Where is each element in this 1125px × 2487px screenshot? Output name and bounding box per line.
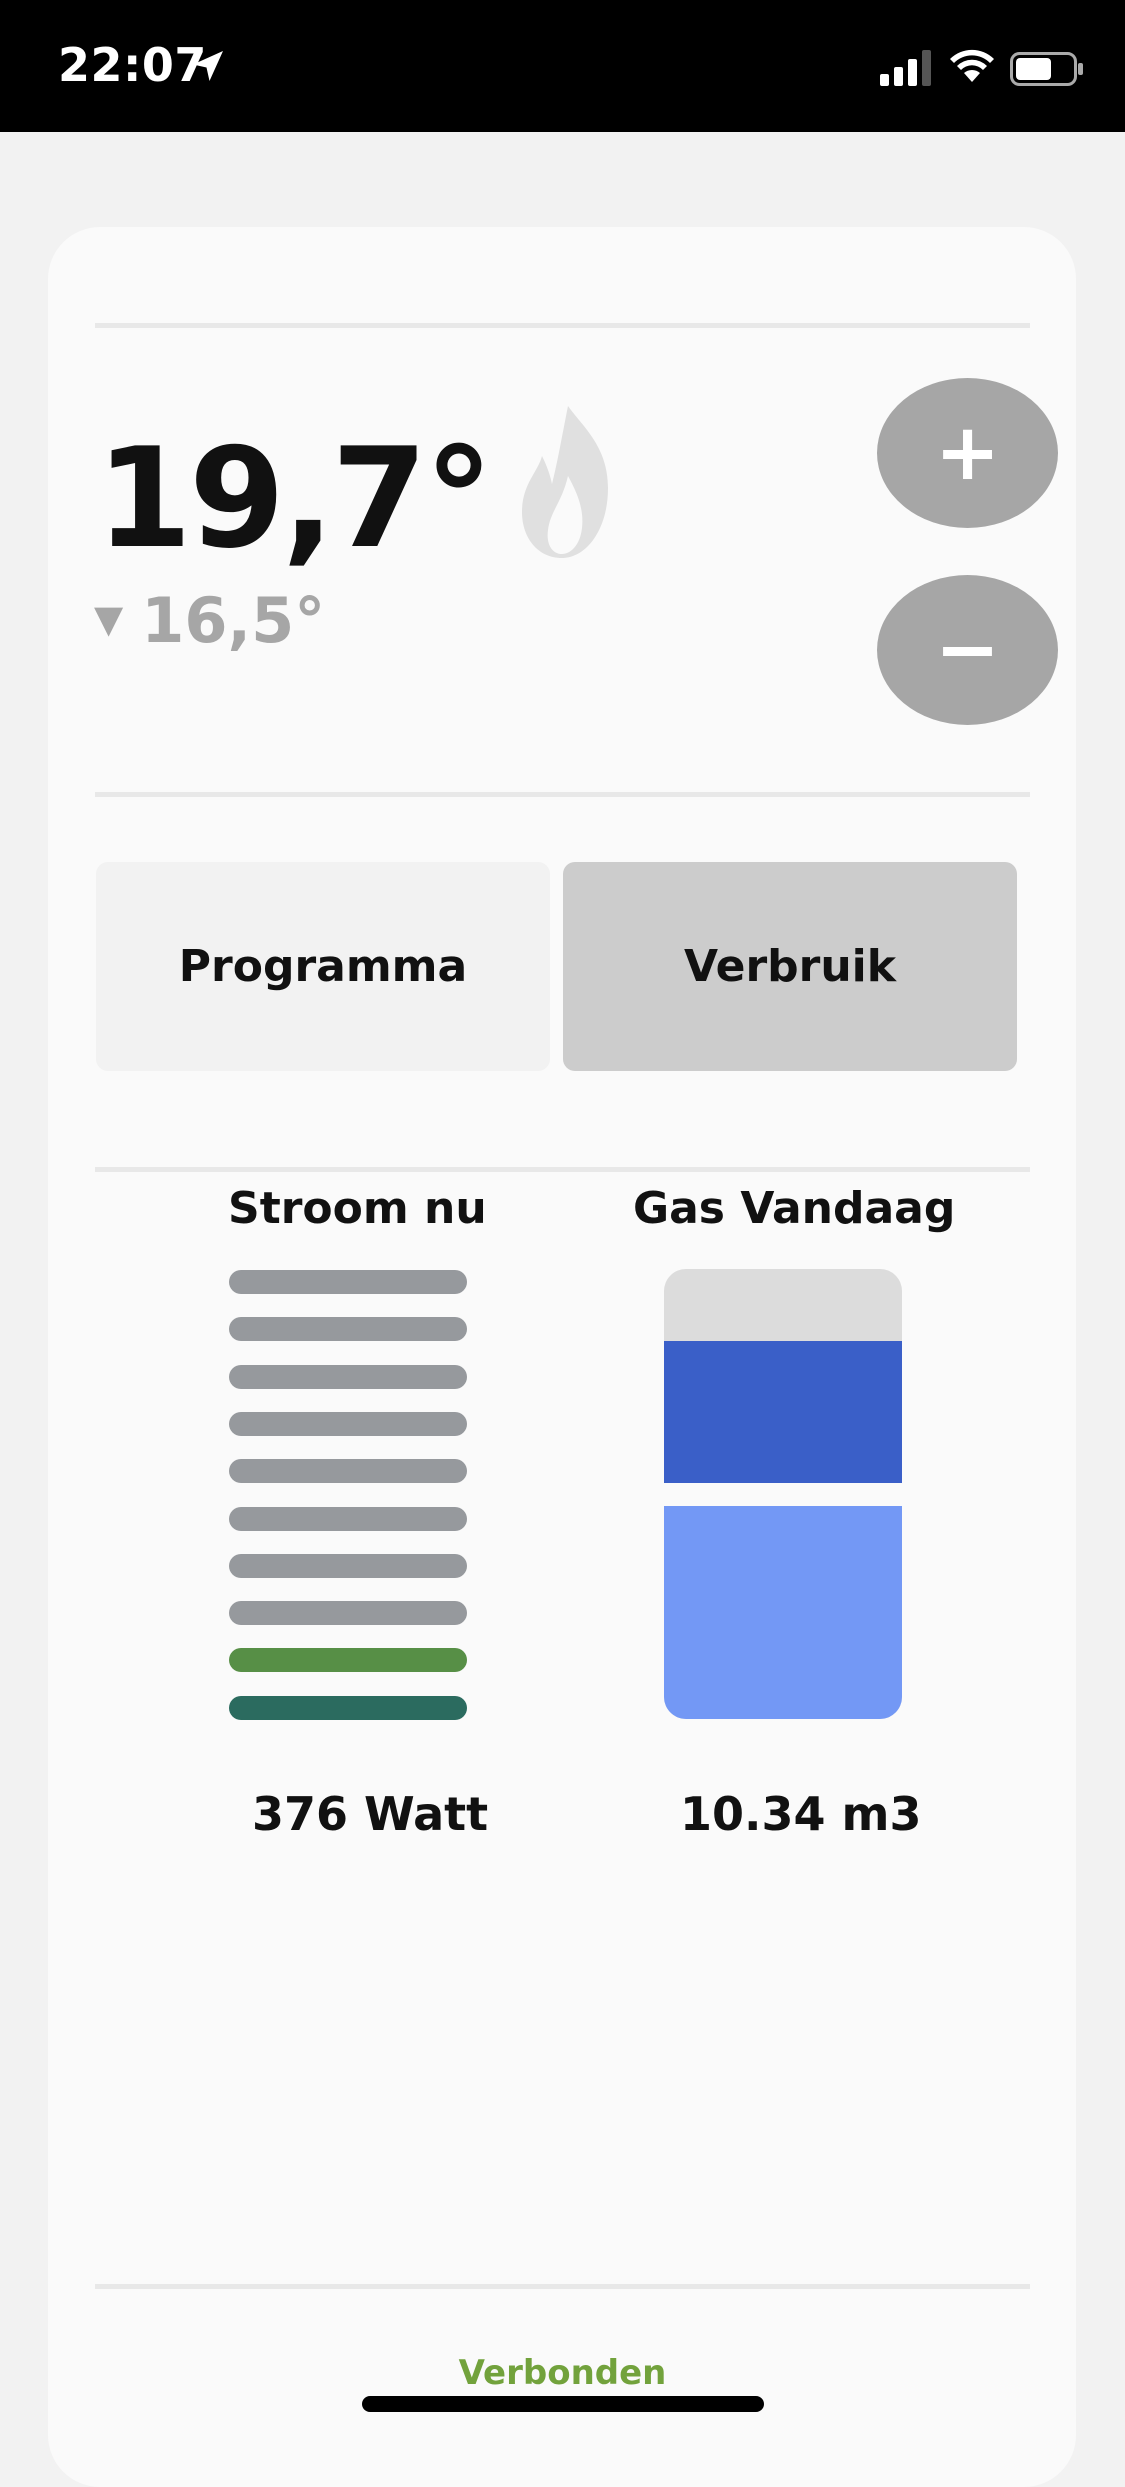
- battery-icon: [1010, 52, 1083, 86]
- divider: [95, 792, 1030, 797]
- gas-gauge-gap: [664, 1483, 902, 1506]
- divider: [95, 2284, 1030, 2289]
- power-value: 376 Watt: [252, 1787, 489, 1841]
- down-triangle-icon: ▼: [94, 597, 124, 641]
- gas-gauge-fill-dark: [664, 1341, 902, 1483]
- power-level-bar: [229, 1554, 467, 1578]
- tab-programma[interactable]: Programma: [96, 862, 550, 1071]
- gas-gauge-fill-light: [664, 1506, 902, 1719]
- power-level-bar: [229, 1696, 467, 1720]
- home-indicator[interactable]: [362, 2396, 764, 2412]
- power-level-bar: [229, 1317, 467, 1341]
- power-level-bar: [229, 1412, 467, 1436]
- wifi-icon: [950, 49, 994, 82]
- tab-verbruik[interactable]: Verbruik: [563, 862, 1017, 1071]
- power-level-bar: [229, 1459, 467, 1483]
- power-level-bar: [229, 1601, 467, 1625]
- gas-today-title: Gas Vandaag: [633, 1183, 956, 1234]
- flame-icon: [522, 406, 608, 558]
- connection-status: Verbonden: [458, 2353, 667, 2393]
- setpoint-value: 16,5°: [141, 584, 326, 657]
- gas-value: 10.34 m3: [680, 1787, 922, 1841]
- increase-temperature-button[interactable]: +: [877, 378, 1058, 528]
- power-level-bar: [229, 1270, 467, 1294]
- power-level-bar: [229, 1648, 467, 1672]
- power-level-bar: [229, 1365, 467, 1389]
- status-time: 22:07: [58, 38, 207, 92]
- location-arrow-icon: [193, 51, 223, 81]
- current-temperature: 19,7°: [96, 418, 493, 579]
- divider: [95, 323, 1030, 328]
- divider: [95, 1167, 1030, 1172]
- gas-gauge: [664, 1269, 902, 1719]
- power-now-title: Stroom nu: [228, 1183, 487, 1234]
- signal-icon: [880, 50, 931, 86]
- status-bar: 22:07: [0, 0, 1125, 132]
- setpoint-temperature: ▼ 16,5°: [94, 590, 325, 652]
- power-level-bar: [229, 1507, 467, 1531]
- decrease-temperature-button[interactable]: −: [877, 575, 1058, 725]
